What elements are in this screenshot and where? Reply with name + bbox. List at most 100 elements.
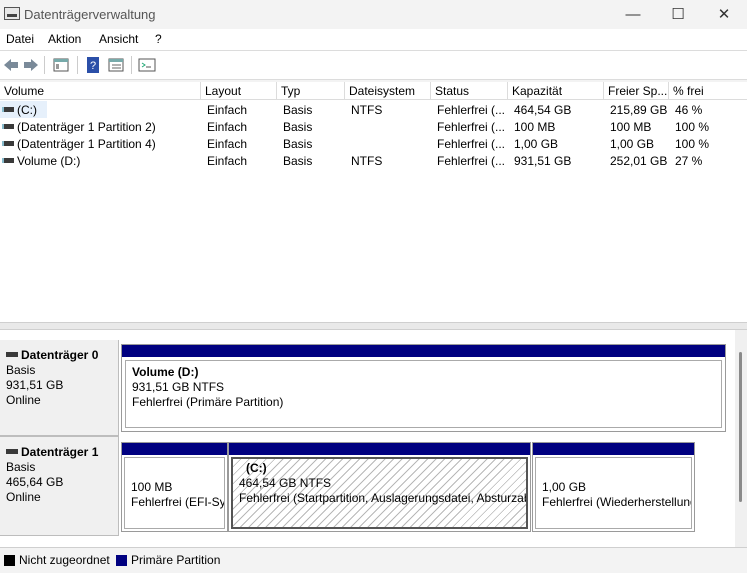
percent-free-cell: 100 % bbox=[675, 137, 710, 151]
partition-recovery[interactable]: 1,00 GB Fehlerfrei (Wiederherstellung bbox=[532, 442, 695, 532]
disk-state: Online bbox=[6, 393, 41, 407]
properties-icon[interactable] bbox=[52, 56, 70, 74]
column-header-layout[interactable]: Layout bbox=[201, 82, 277, 100]
partition-efi[interactable]: 100 MB Fehlerfrei (EFI-Sys bbox=[121, 442, 228, 532]
primary-partition-bar bbox=[122, 443, 227, 455]
volume-name: Volume (D:) bbox=[17, 154, 81, 168]
column-header-freier-speicher[interactable]: Freier Sp... bbox=[604, 82, 669, 100]
column-header-typ[interactable]: Typ bbox=[277, 82, 345, 100]
column-header-status[interactable]: Status bbox=[431, 82, 508, 100]
pane-splitter[interactable] bbox=[0, 322, 747, 330]
percent-free-cell: 100 % bbox=[675, 120, 710, 134]
volume-icon bbox=[2, 158, 14, 163]
unallocated-swatch bbox=[4, 555, 15, 566]
volume-cell: (C:) bbox=[0, 102, 200, 119]
menu-ansicht[interactable]: Ansicht bbox=[99, 32, 138, 46]
capacity-cell: 931,51 GB bbox=[514, 154, 572, 168]
filesystem-cell bbox=[345, 136, 351, 153]
partition-body: (C:) 464,54 GB NTFS Fehlerfrei (Startpar… bbox=[231, 457, 528, 529]
capacity-cell: 100 MB bbox=[514, 120, 556, 134]
disk-graph-view: Datenträger 0 Basis 931,51 GB Online Vol… bbox=[0, 330, 735, 547]
free-space-cell: 1,00 GB bbox=[610, 137, 655, 151]
layout-cell: Einfach bbox=[207, 154, 248, 168]
back-icon[interactable] bbox=[2, 56, 20, 74]
partition-status: Fehlerfrei (EFI-Sys bbox=[131, 495, 225, 509]
menu-aktion[interactable]: Aktion bbox=[48, 32, 81, 46]
partition-body: 100 MB Fehlerfrei (EFI-Sys bbox=[124, 457, 225, 529]
volume-cell: Volume (D:) bbox=[0, 153, 200, 170]
type-cell: Basis bbox=[283, 120, 313, 134]
type-cell: Basis bbox=[283, 137, 313, 151]
type-cell: Basis bbox=[283, 154, 313, 168]
console-icon[interactable] bbox=[138, 56, 156, 74]
primary-partition-bar bbox=[229, 443, 530, 455]
capacity-cell: 464,54 GB bbox=[514, 103, 572, 117]
volume-cell: (Datenträger 1 Partition 2) bbox=[0, 119, 200, 136]
percent-free-cell: 27 % bbox=[675, 154, 703, 168]
primary-partition-swatch bbox=[116, 555, 127, 566]
column-header-volume[interactable]: Volume bbox=[0, 82, 201, 100]
legend-bar: Nicht zugeordnet Primäre Partition bbox=[0, 547, 747, 573]
layout-cell: Einfach bbox=[207, 137, 248, 151]
legend-unallocated-label: Nicht zugeordnet bbox=[19, 553, 110, 567]
type-cell: Basis bbox=[283, 103, 313, 117]
partition-title: (C:) bbox=[246, 461, 267, 475]
partition-status: Fehlerfrei (Primäre Partition) bbox=[132, 395, 284, 409]
disk-icon bbox=[6, 449, 18, 454]
primary-partition-bar bbox=[533, 443, 694, 455]
disk-type: Basis bbox=[6, 460, 36, 474]
layout-cell: Einfach bbox=[207, 103, 248, 117]
volume-list: Volume Layout Typ Dateisystem Status Kap… bbox=[0, 82, 747, 322]
volume-name: (Datenträger 1 Partition 4) bbox=[17, 137, 156, 151]
status-cell: Fehlerfrei (... bbox=[437, 137, 506, 151]
partition-body: Volume (D:) 931,51 GB NTFS Fehlerfrei (P… bbox=[125, 360, 722, 428]
title-bar: Datenträgerverwaltung — ☐ ✕ bbox=[0, 0, 747, 29]
column-header-dateisystem[interactable]: Dateisystem bbox=[345, 82, 431, 100]
maximize-button[interactable]: ☐ bbox=[655, 0, 701, 29]
window-title: Datenträgerverwaltung bbox=[24, 7, 156, 22]
disk-state: Online bbox=[6, 490, 41, 504]
free-space-cell: 100 MB bbox=[610, 120, 652, 134]
volume-icon bbox=[2, 124, 14, 129]
toolbar: ? bbox=[0, 51, 747, 80]
menu-help[interactable]: ? bbox=[155, 32, 162, 46]
volume-icon bbox=[2, 141, 14, 146]
disk-name: Datenträger 1 bbox=[6, 445, 112, 460]
legend-primary-partition-label: Primäre Partition bbox=[131, 553, 221, 567]
partition-size: 464,54 GB NTFS bbox=[239, 476, 332, 490]
vertical-scrollbar[interactable] bbox=[735, 330, 747, 547]
partition-title: Volume (D:) bbox=[132, 365, 199, 379]
partition-status: Fehlerfrei (Startpartition, Auslagerungs… bbox=[239, 491, 528, 505]
free-space-cell: 215,89 GB bbox=[610, 103, 668, 117]
minimize-icon-button[interactable]: — bbox=[610, 0, 656, 29]
percent-free-cell: 46 % bbox=[675, 103, 703, 117]
filesystem-cell bbox=[345, 119, 351, 136]
close-button[interactable]: ✕ bbox=[701, 0, 747, 29]
column-header-prozent-frei[interactable]: % frei bbox=[669, 82, 747, 100]
layout-cell: Einfach bbox=[207, 120, 248, 134]
disk-name: Datenträger 0 bbox=[6, 348, 112, 363]
view-icon[interactable] bbox=[107, 56, 125, 74]
disk-1-label[interactable]: Datenträger 1 Basis 465,64 GB Online bbox=[0, 436, 119, 536]
volume-name: (C:) bbox=[17, 103, 37, 117]
partition-size: 1,00 GB bbox=[542, 480, 587, 494]
status-cell: Fehlerfrei (... bbox=[437, 103, 506, 117]
free-space-cell: 252,01 GB bbox=[610, 154, 668, 168]
menu-datei[interactable]: Datei bbox=[6, 32, 34, 46]
volume-name: (Datenträger 1 Partition 2) bbox=[17, 120, 156, 134]
partition-volume-d[interactable]: Volume (D:) 931,51 GB NTFS Fehlerfrei (P… bbox=[121, 344, 726, 432]
disk-type: Basis bbox=[6, 363, 36, 377]
disk-0-label[interactable]: Datenträger 0 Basis 931,51 GB Online bbox=[0, 340, 119, 436]
scrollbar-thumb[interactable] bbox=[739, 352, 742, 502]
partition-c[interactable]: (C:) 464,54 GB NTFS Fehlerfrei (Startpar… bbox=[228, 442, 531, 532]
forward-icon[interactable] bbox=[22, 56, 40, 74]
toolbar-separator bbox=[77, 56, 78, 74]
toolbar-separator bbox=[131, 56, 132, 74]
partition-body: 1,00 GB Fehlerfrei (Wiederherstellung bbox=[535, 457, 692, 529]
volume-cell: (Datenträger 1 Partition 4) bbox=[0, 136, 200, 153]
toolbar-separator bbox=[44, 56, 45, 74]
help-icon[interactable]: ? bbox=[84, 56, 102, 74]
column-header-kapazitaet[interactable]: Kapazität bbox=[508, 82, 604, 100]
status-cell: Fehlerfrei (... bbox=[437, 154, 506, 168]
partition-status: Fehlerfrei (Wiederherstellung bbox=[542, 495, 692, 509]
